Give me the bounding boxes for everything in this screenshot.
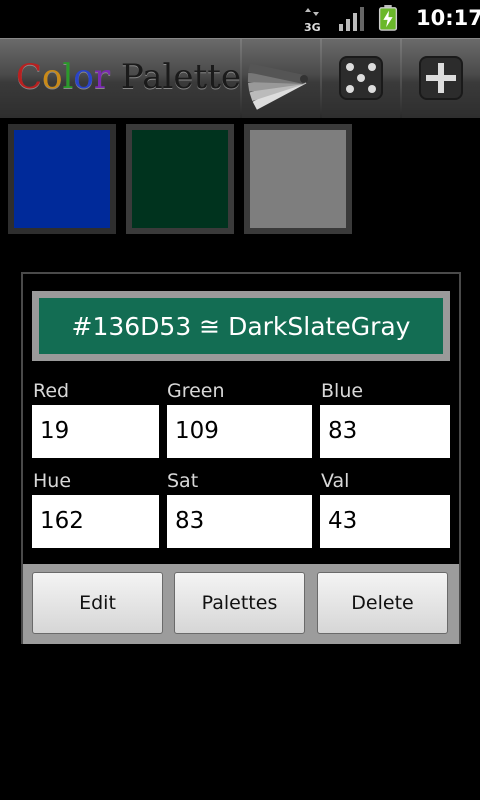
- color-fan-button[interactable]: [242, 39, 320, 118]
- blue-label: Blue: [321, 380, 364, 402]
- title-rest: Palette: [110, 57, 241, 97]
- random-color-button[interactable]: [322, 39, 400, 118]
- swatch-fill: [132, 130, 228, 228]
- add-color-button[interactable]: [402, 39, 480, 118]
- app-title: Color Palette: [16, 57, 241, 97]
- dice-icon: [339, 56, 383, 100]
- status-bar: 3G 10:17: [0, 0, 480, 38]
- hue-label: Hue: [33, 470, 72, 492]
- battery-charging-icon: [378, 5, 398, 31]
- title-letter: l: [62, 57, 74, 97]
- plus-icon: [419, 56, 463, 100]
- red-label: Red: [33, 380, 70, 402]
- title-letter: o: [73, 57, 94, 97]
- action-bar: Color Palette: [0, 38, 480, 118]
- clock: 10:17: [416, 6, 480, 30]
- color-swatch[interactable]: [8, 124, 116, 234]
- title-letter: C: [16, 57, 43, 97]
- sat-label: Sat: [167, 470, 199, 492]
- color-fan-icon: [247, 63, 308, 110]
- val-label: Val: [321, 470, 350, 492]
- color-detail-panel: #136D53 ≅ DarkSlateGray Red Green Blue 1…: [21, 272, 461, 644]
- color-swatch[interactable]: [244, 124, 352, 234]
- hex-label: #136D53 ≅ DarkSlateGray: [39, 298, 443, 354]
- blue-field[interactable]: 83: [320, 405, 450, 458]
- green-field[interactable]: 109: [167, 405, 312, 458]
- title-letter: r: [93, 57, 111, 97]
- hue-field[interactable]: 162: [32, 495, 159, 548]
- palettes-button[interactable]: Palettes: [174, 572, 305, 634]
- green-label: Green: [167, 380, 225, 402]
- edit-button[interactable]: Edit: [32, 572, 163, 634]
- color-swatch[interactable]: [126, 124, 234, 234]
- val-field[interactable]: 43: [320, 495, 450, 548]
- red-field[interactable]: 19: [32, 405, 159, 458]
- swatch-fill: [14, 130, 110, 228]
- button-bar: Edit Palettes Delete: [23, 564, 459, 644]
- swatch-fill: [250, 130, 346, 228]
- sat-field[interactable]: 83: [167, 495, 312, 548]
- title-colored-word: Color: [16, 57, 110, 97]
- network-3g-icon: 3G: [304, 8, 321, 33]
- delete-button[interactable]: Delete: [317, 572, 448, 634]
- network-label: 3G: [304, 21, 321, 33]
- signal-icon: [339, 7, 364, 31]
- title-letter: o: [42, 57, 63, 97]
- hex-frame: #136D53 ≅ DarkSlateGray: [32, 291, 450, 361]
